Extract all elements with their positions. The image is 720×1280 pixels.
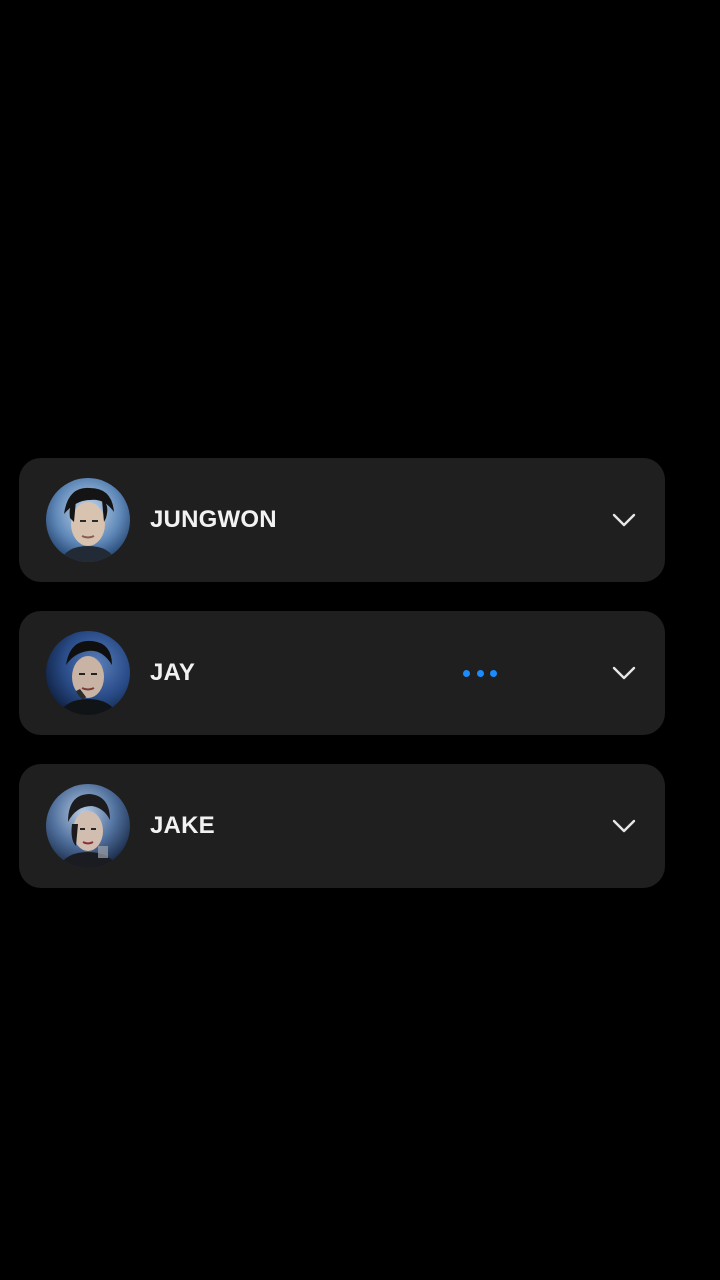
typing-dot <box>490 669 497 677</box>
contact-name: JUNGWON <box>150 506 277 533</box>
chevron-down-icon[interactable] <box>609 814 639 838</box>
typing-dot <box>476 669 484 677</box>
chat-card-jungwon[interactable]: JUNGWON <box>19 458 665 582</box>
chevron-down-icon[interactable] <box>609 661 639 685</box>
screen: JUNGWON JAY JAKE <box>0 0 720 1280</box>
typing-dots-icon <box>463 667 497 679</box>
avatar[interactable] <box>46 784 130 868</box>
contact-name: JAY <box>150 659 196 686</box>
chat-card-jake[interactable]: JAKE <box>19 764 665 888</box>
avatar-image <box>46 478 130 562</box>
contact-name: JAKE <box>150 812 215 839</box>
chat-card-jay[interactable]: JAY <box>19 611 665 735</box>
chevron-down-icon[interactable] <box>609 508 639 532</box>
avatar-image <box>46 631 130 715</box>
avatar-image <box>46 784 130 868</box>
avatar[interactable] <box>46 478 130 562</box>
avatar[interactable] <box>46 631 130 715</box>
typing-dot <box>463 669 470 677</box>
